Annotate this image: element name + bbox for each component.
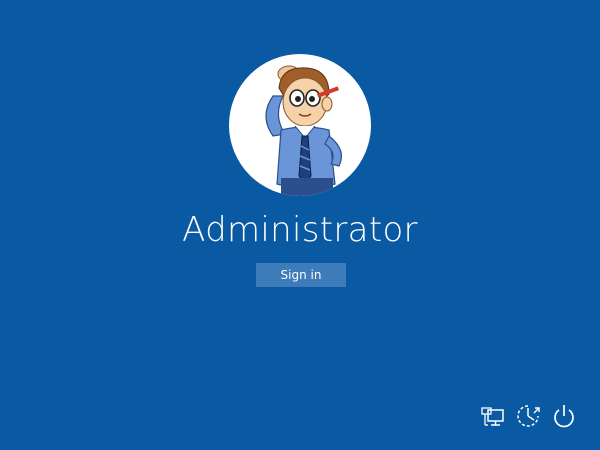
network-button[interactable] <box>479 402 507 430</box>
cartoon-man-avatar-icon <box>265 65 342 196</box>
sign-in-button[interactable]: Sign in <box>256 263 346 287</box>
power-icon <box>554 405 574 428</box>
ease-of-access-button[interactable] <box>514 402 542 430</box>
lock-screen: Administrator Sign in <box>0 0 600 450</box>
ease-of-access-icon <box>517 405 540 427</box>
username-label: Administrator <box>182 210 418 250</box>
network-icon <box>481 407 504 426</box>
user-avatar <box>229 54 371 196</box>
power-button[interactable] <box>550 402 578 430</box>
